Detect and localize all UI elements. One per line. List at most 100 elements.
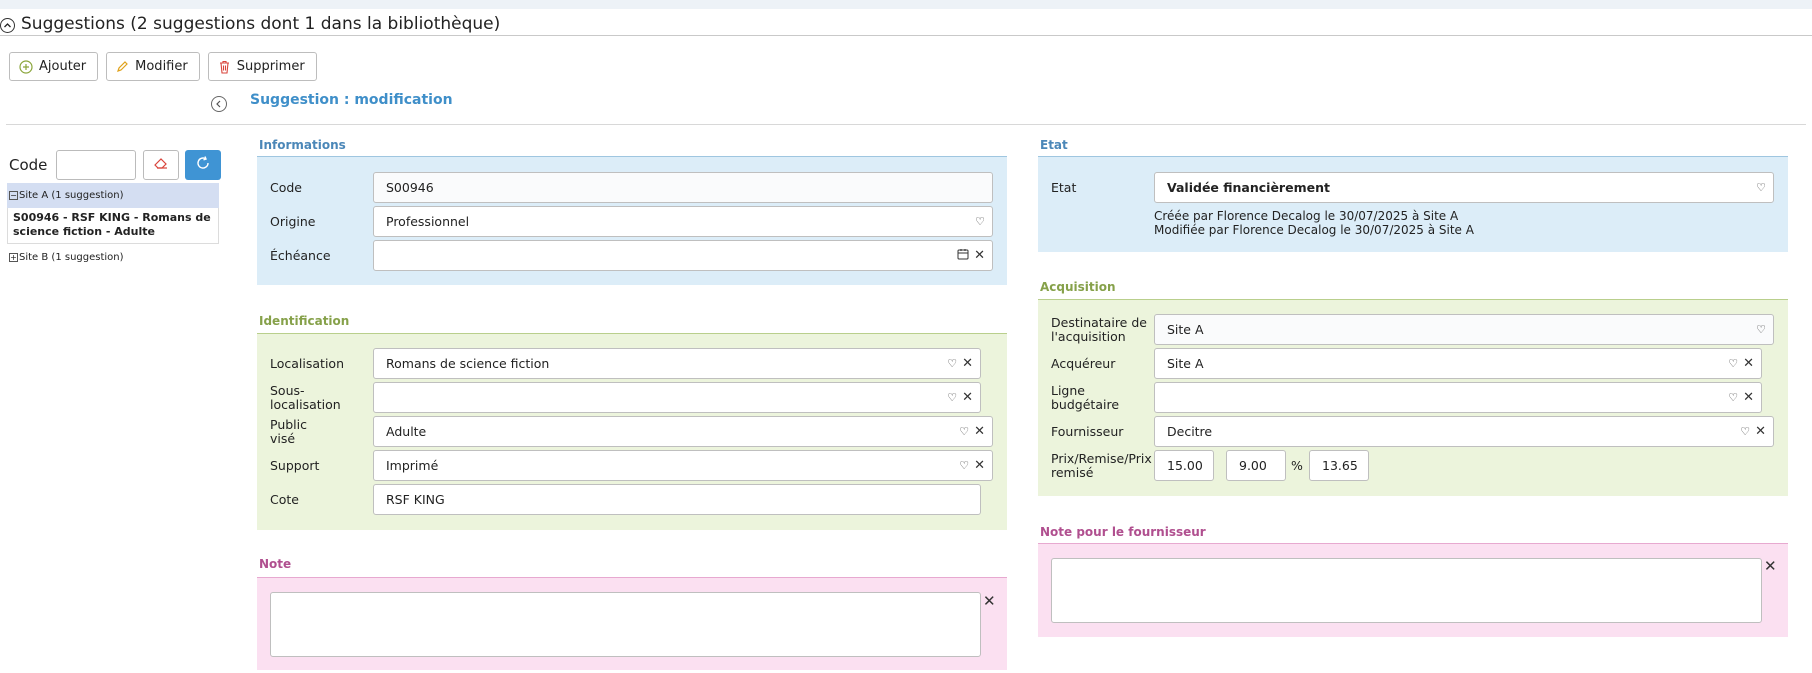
clear-icon[interactable]: ✕ (974, 425, 985, 438)
field-value: Validée financièrement (1167, 180, 1330, 195)
destinataire-select[interactable]: Site A ♡ (1154, 314, 1774, 345)
clear-icon[interactable]: ✕ (974, 249, 985, 262)
row-destinataire: Destinataire de l'acquisition (1051, 314, 1151, 345)
section-title-note: Note (259, 557, 292, 571)
clear-icon[interactable]: ✕ (962, 391, 973, 404)
toolbar: Ajouter Modifier Supprimer (9, 52, 317, 81)
souslocalisation-select[interactable]: ♡ ✕ (373, 382, 981, 413)
prix-input[interactable]: 15.00 (1154, 450, 1214, 481)
support-select[interactable]: Imprimé ♡ ✕ (373, 450, 993, 481)
public-select[interactable]: Adulte ♡ ✕ (373, 416, 993, 447)
select-chevron-icon[interactable]: ♡ (1740, 425, 1750, 438)
field-value: RSF KING (386, 492, 445, 507)
pencil-icon (116, 60, 129, 73)
field-value: Adulte (386, 424, 427, 439)
field-label: Échéance (270, 247, 331, 263)
select-chevron-icon[interactable]: ♡ (947, 357, 957, 370)
sidebar-code-search: Code (9, 150, 222, 180)
fournisseur-select[interactable]: Decitre ♡ ✕ (1154, 416, 1774, 447)
plus-circle-icon (19, 59, 33, 74)
section-title-identification: Identification (259, 314, 350, 328)
field-label: Destinataire de l'acquisition (1051, 314, 1147, 344)
collapse-toggle-icon[interactable] (0, 18, 15, 33)
percent-label: % (1291, 458, 1303, 473)
field-value: Imprimé (386, 458, 439, 473)
clear-icon[interactable]: ✕ (1743, 391, 1754, 404)
form-title: Suggestion : modification (250, 92, 453, 108)
field-label: Origine (270, 213, 316, 229)
field-label: Support (270, 457, 320, 473)
clear-icon[interactable]: ✕ (974, 459, 985, 472)
echeance-date-input[interactable]: ✕ (373, 240, 993, 271)
prix-remise-input[interactable]: 13.65 (1309, 450, 1369, 481)
edit-button-label: Modifier (135, 59, 188, 74)
panel-title: Suggestions (2 suggestions dont 1 dans l… (21, 13, 501, 34)
select-chevron-icon[interactable]: ♡ (1728, 357, 1738, 370)
field-value: Romans de science fiction (386, 356, 550, 371)
etat-select[interactable]: Validée financièrement ♡ (1154, 172, 1774, 203)
eraser-icon (153, 156, 169, 174)
created-info: Créée par Florence Decalog le 30/07/2025… (1154, 209, 1459, 223)
origine-select[interactable]: Professionnel ♡ (373, 206, 993, 237)
clear-note-icon[interactable]: ✕ (983, 592, 996, 610)
select-chevron-icon[interactable]: ♡ (959, 425, 969, 438)
group-label: Site A (1 suggestion) (19, 190, 124, 201)
ligne-budgetaire-select[interactable]: ♡ ✕ (1154, 382, 1762, 413)
clear-icon[interactable]: ✕ (962, 357, 973, 370)
divider (6, 124, 1806, 125)
field-label: Sous-localisation (270, 382, 341, 412)
delete-button[interactable]: Supprimer (207, 52, 317, 81)
select-chevron-icon[interactable]: ♡ (947, 391, 957, 404)
select-chevron-icon[interactable]: ♡ (959, 459, 969, 472)
clear-button[interactable] (143, 150, 180, 180)
calendar-icon[interactable] (957, 248, 969, 263)
field-value: Professionnel (386, 214, 470, 229)
field-label: Cote (270, 491, 299, 507)
code-field[interactable]: S00946 (373, 172, 993, 203)
top-strip (0, 0, 1812, 9)
select-chevron-icon[interactable]: ♡ (1756, 323, 1766, 336)
back-arrow-icon[interactable] (211, 96, 227, 112)
section-title-acquisition: Acquisition (1040, 280, 1116, 294)
list-item[interactable]: S00946 - RSF KING - Romans de science fi… (7, 208, 219, 244)
panel-header: Suggestions (2 suggestions dont 1 dans l… (0, 12, 1812, 36)
cote-input[interactable]: RSF KING (373, 484, 981, 515)
note-textarea[interactable] (270, 592, 981, 657)
refresh-icon (195, 155, 211, 175)
field-label: Public visé (270, 416, 307, 446)
remise-input[interactable]: 9.00 (1226, 450, 1286, 481)
field-label: Ligne budgétaire (1051, 382, 1120, 412)
select-chevron-icon[interactable]: ♡ (1728, 391, 1738, 404)
field-label: Fournisseur (1051, 423, 1124, 439)
modified-info: Modifiée par Florence Decalog le 30/07/2… (1154, 223, 1474, 237)
edit-button[interactable]: Modifier (106, 52, 200, 81)
section-title-etat: Etat (1040, 138, 1068, 152)
trash-icon (218, 60, 231, 74)
localisation-select[interactable]: Romans de science fiction ♡ ✕ (373, 348, 981, 379)
add-button-label: Ajouter (39, 59, 87, 74)
field-label: Localisation (270, 355, 344, 371)
clear-icon[interactable]: ✕ (1755, 425, 1766, 438)
section-title-note-fournisseur: Note pour le fournisseur (1040, 525, 1206, 539)
collapse-icon: − (9, 190, 18, 200)
expand-icon: + (9, 252, 18, 262)
group-site-b[interactable]: + Site B (1 suggestion) (7, 245, 219, 270)
field-label: Acquéreur (1051, 355, 1116, 371)
note-fournisseur-textarea[interactable] (1051, 558, 1762, 623)
field-label: Etat (1051, 179, 1077, 195)
acquereur-select[interactable]: Site A ♡ ✕ (1154, 348, 1762, 379)
section-title-informations: Informations (259, 138, 346, 152)
code-input[interactable] (56, 150, 137, 180)
clear-note-fournisseur-icon[interactable]: ✕ (1764, 557, 1777, 575)
clear-icon[interactable]: ✕ (1743, 357, 1754, 370)
field-value: Decitre (1167, 424, 1213, 439)
field-value: Site A (1167, 322, 1204, 337)
field-label: Prix/Remise/Prix remisé (1051, 450, 1152, 480)
add-button[interactable]: Ajouter (9, 52, 99, 81)
group-site-a[interactable]: − Site A (1 suggestion) (7, 183, 219, 208)
refresh-button[interactable] (185, 150, 222, 180)
field-value: S00946 (386, 180, 434, 195)
select-chevron-icon[interactable]: ♡ (1756, 181, 1766, 194)
select-chevron-icon[interactable]: ♡ (975, 215, 985, 228)
group-label: Site B (1 suggestion) (19, 252, 124, 263)
